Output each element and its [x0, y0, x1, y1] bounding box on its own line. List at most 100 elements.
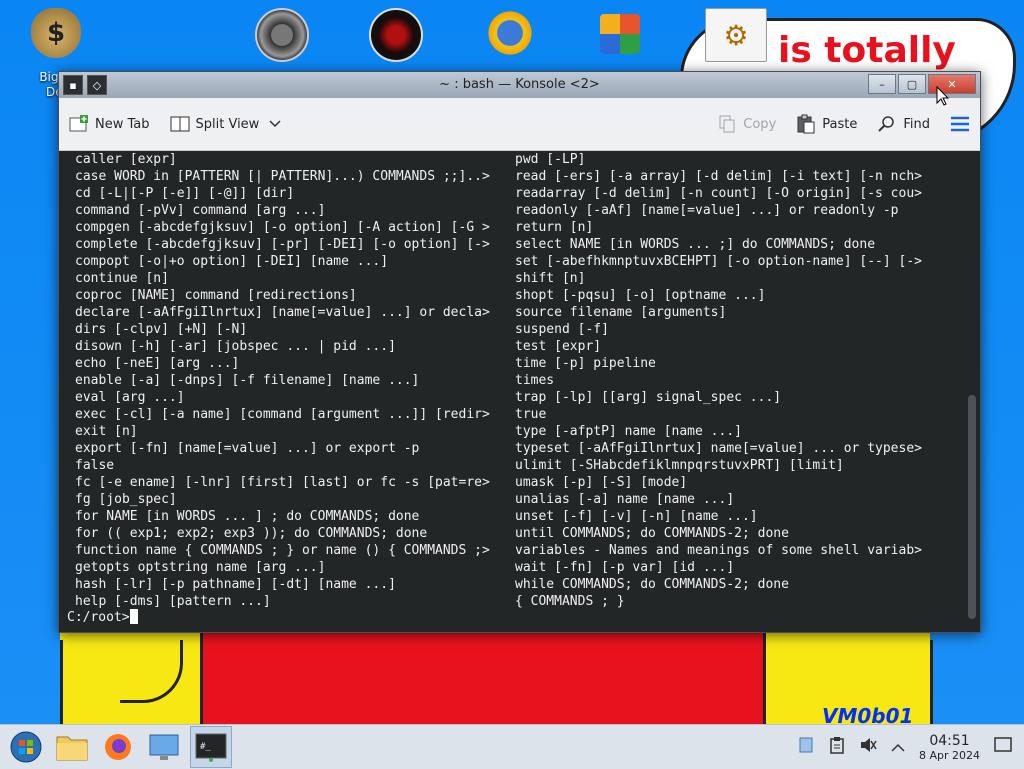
help-line: set [-abefhkmnptuvxBCEHPT] [-o option-na… — [515, 254, 922, 269]
copy-icon — [717, 114, 737, 134]
desktop-icon-app[interactable]: ⚙ — [698, 8, 774, 62]
system-tray: 04:51 8 Apr 2024 — [797, 725, 1024, 769]
clock[interactable]: 04:51 8 Apr 2024 — [919, 733, 980, 762]
split-view-label: Split View — [195, 116, 260, 132]
find-label: Find — [903, 116, 930, 132]
help-line: ulimit [-SHabcdefiklmnpqrstuvxPRT] [limi… — [515, 458, 844, 473]
konsole-window[interactable]: ▪ ◇ ~ : bash — Konsole <2> – ▢ ✕ New Tab… — [58, 71, 981, 633]
show-desktop-icon[interactable] — [994, 737, 1012, 757]
help-line: coproc [NAME] command [redirections] — [75, 288, 357, 303]
taskbar-firefox[interactable] — [98, 727, 138, 767]
network-icon[interactable] — [797, 736, 815, 758]
help-line: select NAME [in WORDS ... ;] do COMMANDS… — [515, 237, 876, 252]
wallpaper-text: is totally — [778, 30, 956, 71]
terminal-area[interactable]: caller [expr] case WORD in [PATTERN [| PA… — [59, 151, 980, 632]
gear-app-icon: ⚙ — [705, 8, 767, 62]
help-line: function name { COMMANDS ; } or name () … — [75, 543, 490, 558]
help-line: hash [-lr] [-p pathname] [-dt] [name ...… — [75, 577, 396, 592]
help-line: echo [-neE] [arg ...] — [75, 356, 240, 371]
split-view-icon — [170, 114, 190, 134]
desktop-icon-office[interactable] — [582, 8, 658, 54]
help-line: test [expr] — [515, 339, 602, 354]
clock-time: 04:51 — [929, 732, 970, 749]
title-bar[interactable]: ▪ ◇ ~ : bash — Konsole <2> – ▢ ✕ — [59, 72, 980, 98]
copy-button[interactable]: Copy — [707, 109, 786, 139]
taskbar-file-manager[interactable] — [52, 727, 92, 767]
taskbar: #_ 04:51 8 Apr 2024 — [0, 724, 1024, 769]
terminal-icon: #_ — [195, 733, 227, 762]
text-cursor — [129, 609, 138, 624]
shell-prompt: C:/root> — [67, 609, 138, 625]
help-line: help [-dms] [pattern ...] — [75, 594, 271, 609]
start-orb-icon — [10, 731, 42, 763]
clipboard-icon[interactable] — [829, 736, 845, 758]
help-line: type [-afptP] name [name ...] — [515, 424, 742, 439]
start-button[interactable] — [6, 727, 46, 767]
help-line: pwd [-LP] — [515, 152, 586, 167]
svg-text:#_: #_ — [200, 742, 211, 752]
split-view-button[interactable]: Split View — [160, 109, 296, 139]
desktop-icon-red-disc[interactable] — [358, 8, 434, 62]
help-line: source filename [arguments] — [515, 305, 727, 320]
taskbar-konsole[interactable]: #_ — [190, 726, 232, 768]
red-disc-icon — [369, 8, 423, 62]
new-tab-button[interactable]: New Tab — [59, 109, 160, 139]
maximize-button[interactable]: ▢ — [898, 74, 926, 94]
money-bag-icon: $ — [31, 8, 81, 58]
help-line: { COMMANDS ; } — [515, 594, 625, 609]
help-line: complete [-abcdefgjksuv] [-pr] [-DEI] [-… — [75, 237, 490, 252]
paste-icon — [796, 114, 816, 134]
paste-label: Paste — [822, 116, 858, 132]
help-line: readonly [-aAf] [name[=value] ...] or re… — [515, 203, 899, 218]
minimize-button[interactable]: – — [868, 74, 896, 94]
help-line: readarray [-d delim] [-n count] [-O orig… — [515, 186, 922, 201]
clock-date: 8 Apr 2024 — [918, 748, 980, 762]
help-line: dirs [-clpv] [+N] [-N] — [75, 322, 248, 337]
help-line: exit [n] — [75, 424, 138, 439]
help-line: typeset [-aAfFgiIlnrtux] name[=value] ..… — [515, 441, 922, 456]
help-line: times — [515, 373, 555, 388]
new-tab-label: New Tab — [95, 116, 150, 132]
office-icon — [600, 14, 640, 54]
help-left-column: caller [expr] case WORD in [PATTERN [| PA… — [75, 151, 490, 610]
volume-muted-icon[interactable] — [859, 736, 877, 758]
firefox-icon — [105, 734, 131, 760]
copy-label: Copy — [743, 116, 777, 132]
speedometer-icon — [255, 8, 309, 62]
find-button[interactable]: Find — [867, 109, 940, 139]
help-line: until COMMANDS; do COMMANDS-2; done — [515, 526, 789, 541]
help-line: shopt [-pqsu] [-o] [optname ...] — [515, 288, 766, 303]
help-line: declare [-aAfFgiIlnrtux] [name[=value] .… — [75, 305, 490, 320]
help-line: for NAME [in WORDS ... ] ; do COMMANDS; … — [75, 509, 420, 524]
help-line: for (( exp1; exp2; exp3 )); do COMMANDS;… — [75, 526, 428, 541]
control-panel-icon — [149, 734, 179, 760]
chevron-down-icon[interactable] — [265, 114, 285, 134]
help-line: shift [n] — [515, 271, 586, 286]
help-line: time [-p] pipeline — [515, 356, 656, 371]
help-line: caller [expr] — [75, 152, 177, 167]
help-line: read [-ers] [-a array] [-d delim] [-i te… — [515, 169, 922, 184]
help-line: trap [-lp] [[arg] signal_spec ...] — [515, 390, 782, 405]
help-line: unalias [-a] name [name ...] — [515, 492, 735, 507]
file-manager-icon — [56, 736, 88, 761]
help-line: export [-fn] [name[=value] ...] or expor… — [75, 441, 420, 456]
paste-button[interactable]: Paste — [786, 109, 867, 139]
help-line: continue [n] — [75, 271, 169, 286]
desktop-icon-speedometer[interactable] — [244, 8, 320, 62]
help-line: true — [515, 407, 547, 422]
hamburger-menu-button[interactable] — [940, 109, 980, 139]
taskbar-control-panel[interactable] — [144, 727, 184, 767]
help-line: return [n] — [515, 220, 594, 235]
desktop-icon-globe[interactable] — [472, 8, 548, 58]
help-line: fc [-e ename] [-lnr] [first] [last] or f… — [75, 475, 490, 490]
mouse-pointer-icon — [936, 86, 950, 106]
scrollbar[interactable] — [968, 395, 976, 619]
hamburger-menu-icon — [950, 114, 970, 134]
chevron-up-icon[interactable] — [891, 738, 905, 757]
help-line: disown [-h] [-ar] [jobspec ... | pid ...… — [75, 339, 396, 354]
help-line: suspend [-f] — [515, 322, 609, 337]
help-line: case WORD in [PATTERN [| PATTERN]...) CO… — [75, 169, 490, 184]
help-line: command [-pVv] command [arg ...] — [75, 203, 326, 218]
help-line: variables - Names and meanings of some s… — [515, 543, 922, 558]
window-title: ~ : bash — Konsole <2> — [439, 77, 600, 92]
